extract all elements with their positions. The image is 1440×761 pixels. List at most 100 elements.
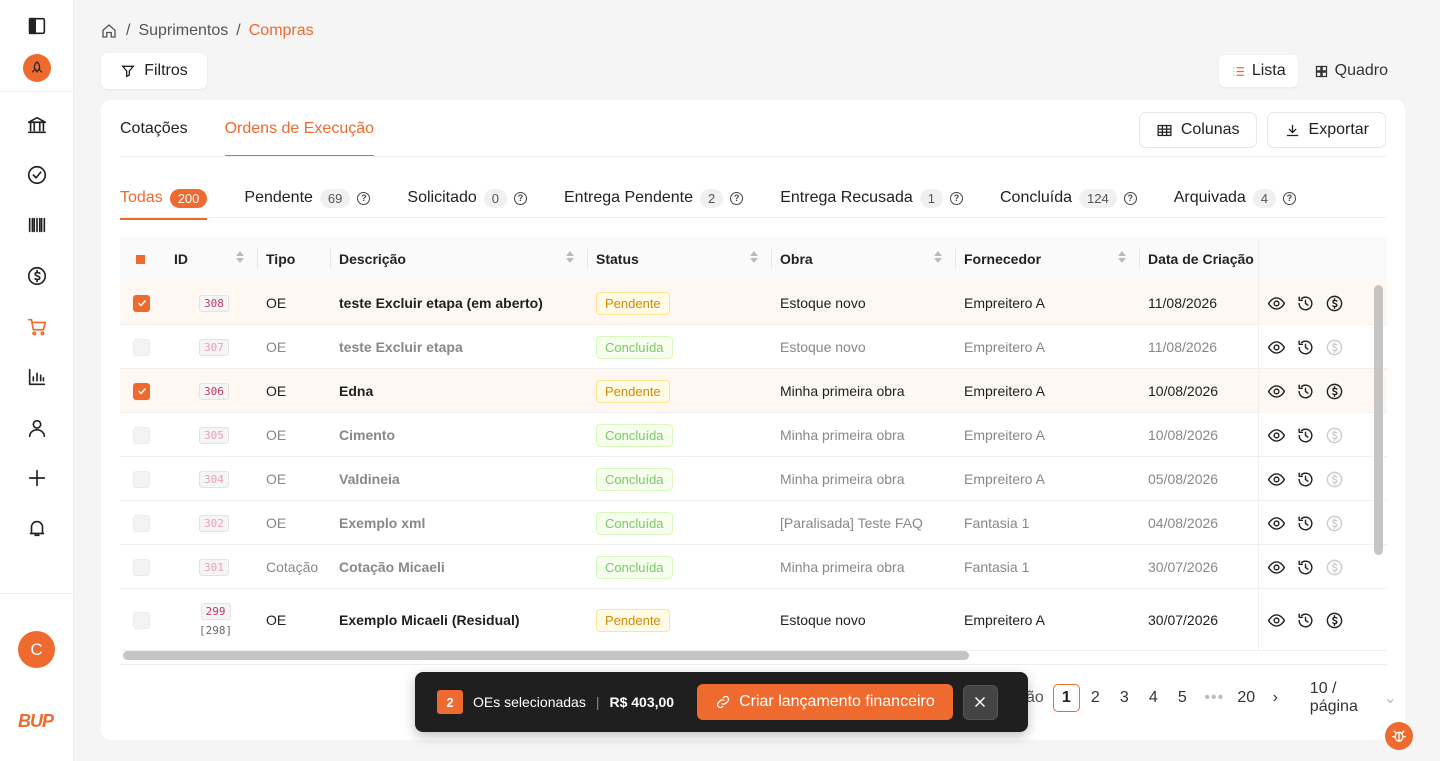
app-logo-icon[interactable] xyxy=(17,50,57,86)
row-checkbox[interactable] xyxy=(120,457,166,501)
help-icon[interactable]: ? xyxy=(357,191,371,205)
history-icon[interactable] xyxy=(1296,338,1315,357)
dollar-icon[interactable] xyxy=(1325,338,1344,357)
history-icon[interactable] xyxy=(1296,611,1315,630)
barcode-icon[interactable] xyxy=(17,207,57,243)
status-tab-concluida[interactable]: Concluída 124? xyxy=(1000,184,1137,212)
dollar-icon[interactable] xyxy=(1325,470,1344,489)
page-5[interactable]: 5 xyxy=(1169,684,1196,712)
horizontal-scrollbar[interactable] xyxy=(123,651,969,660)
header-obra[interactable]: Obra xyxy=(772,237,956,281)
bar-chart-icon[interactable] xyxy=(17,359,57,395)
row-id[interactable]: 302 xyxy=(199,514,229,532)
row-id[interactable]: 305 xyxy=(199,426,229,444)
avatar[interactable]: C xyxy=(18,631,55,668)
dollar-icon[interactable] xyxy=(1325,611,1344,630)
page-ellipsis[interactable]: ••• xyxy=(1201,684,1228,712)
table-row[interactable]: 299 [298] OE Exemplo Micaeli (Residual) Pend… xyxy=(120,589,1387,651)
header-id[interactable]: ID xyxy=(166,237,258,281)
row-descricao[interactable]: Cotação Micaeli xyxy=(331,545,588,589)
user-icon[interactable] xyxy=(17,410,57,446)
row-id[interactable]: 304 xyxy=(199,470,229,488)
view-list-button[interactable]: Lista xyxy=(1218,55,1298,87)
eye-icon[interactable] xyxy=(1267,558,1286,577)
row-id[interactable]: 306 xyxy=(199,382,229,400)
eye-icon[interactable] xyxy=(1267,514,1286,533)
table-row[interactable]: 302 OE Exemplo xml Concluída [Paralisada] Te… xyxy=(120,501,1387,545)
home-icon[interactable] xyxy=(100,22,118,40)
help-icon[interactable]: ? xyxy=(1123,191,1137,205)
dollar-icon[interactable] xyxy=(1325,382,1344,401)
eye-icon[interactable] xyxy=(1267,338,1286,357)
plus-icon[interactable] xyxy=(17,460,57,496)
row-id[interactable]: 308 xyxy=(199,294,229,312)
dollar-circle-icon[interactable] xyxy=(17,258,57,294)
export-button[interactable]: Exportar xyxy=(1266,112,1386,148)
table-row[interactable]: 307 OE teste Excluir etapa Concluída Estoque… xyxy=(120,325,1387,369)
table-row[interactable]: 308 OE teste Excluir etapa (em aberto) Pend… xyxy=(120,281,1387,325)
history-icon[interactable] xyxy=(1296,470,1315,489)
page-1[interactable]: 1 xyxy=(1052,684,1080,712)
row-descricao[interactable]: Exemplo xml xyxy=(331,501,588,545)
row-checkbox[interactable] xyxy=(120,545,166,589)
page-2[interactable]: 2 xyxy=(1082,684,1109,712)
toggle-sidebar-icon[interactable] xyxy=(17,8,57,44)
history-icon[interactable] xyxy=(1296,382,1315,401)
row-descricao[interactable]: teste Excluir etapa (em aberto) xyxy=(331,281,588,325)
status-tab-arquivada[interactable]: Arquivada 4? xyxy=(1174,184,1297,212)
filters-button[interactable]: Filtros xyxy=(101,53,207,89)
eye-icon[interactable] xyxy=(1267,294,1286,313)
dollar-icon[interactable] xyxy=(1325,514,1344,533)
eye-icon[interactable] xyxy=(1267,382,1286,401)
table-row[interactable]: 305 OE Cimento Concluída Minha primeira obra… xyxy=(120,413,1387,457)
table-row[interactable]: 306 OE Edna Pendente Minha primeira obra Empr… xyxy=(120,369,1387,413)
status-tab-solicitado[interactable]: Solicitado 0? xyxy=(407,184,527,212)
dollar-icon[interactable] xyxy=(1325,426,1344,445)
row-descricao[interactable]: Exemplo Micaeli (Residual) xyxy=(331,589,588,651)
next-page-icon[interactable]: › xyxy=(1262,684,1289,712)
history-icon[interactable] xyxy=(1296,514,1315,533)
cart-icon[interactable] xyxy=(17,309,57,345)
eye-icon[interactable] xyxy=(1267,470,1286,489)
row-descricao[interactable]: teste Excluir etapa xyxy=(331,325,588,369)
bell-icon[interactable] xyxy=(17,510,57,546)
row-checkbox[interactable] xyxy=(120,589,166,651)
page-3[interactable]: 3 xyxy=(1111,684,1138,712)
header-descricao[interactable]: Descrição xyxy=(331,237,588,281)
header-fornecedor[interactable]: Fornecedor xyxy=(956,237,1140,281)
row-descricao[interactable]: Valdineia xyxy=(331,457,588,501)
page-size-select[interactable]: 10 / página ⌄ xyxy=(1302,680,1405,715)
status-tab-todas[interactable]: Todas 200 xyxy=(120,184,208,220)
row-checkbox[interactable] xyxy=(120,501,166,545)
dollar-icon[interactable] xyxy=(1325,558,1344,577)
vertical-scrollbar[interactable] xyxy=(1374,285,1383,555)
tab-ordens-execucao[interactable]: Ordens de Execução xyxy=(224,100,375,157)
header-data-criacao[interactable]: Data de Criação xyxy=(1140,237,1258,281)
row-descricao[interactable]: Edna xyxy=(331,369,588,413)
row-id[interactable]: 299 xyxy=(200,603,231,620)
check-circle-icon[interactable] xyxy=(17,157,57,193)
columns-button[interactable]: Colunas xyxy=(1138,112,1257,148)
row-id[interactable]: 301 xyxy=(199,558,229,576)
row-checkbox[interactable] xyxy=(120,281,166,325)
history-icon[interactable] xyxy=(1296,294,1315,313)
dollar-icon[interactable] xyxy=(1325,294,1344,313)
row-descricao[interactable]: Cimento xyxy=(331,413,588,457)
row-id[interactable]: 307 xyxy=(199,338,229,356)
breadcrumb-suprimentos[interactable]: Suprimentos xyxy=(138,22,228,40)
close-selection-button[interactable] xyxy=(962,684,998,720)
row-checkbox[interactable] xyxy=(120,413,166,457)
tab-cotacoes[interactable]: Cotações xyxy=(120,100,188,157)
row-checkbox[interactable] xyxy=(120,369,166,413)
create-financial-entry-button[interactable]: Criar lançamento financeiro xyxy=(697,684,953,720)
page-20[interactable]: 20 xyxy=(1233,684,1260,712)
row-checkbox[interactable] xyxy=(120,325,166,369)
status-tab-entrega-recusada[interactable]: Entrega Recusada 1? xyxy=(780,184,963,212)
help-icon[interactable]: ? xyxy=(1283,191,1297,205)
history-icon[interactable] xyxy=(1296,426,1315,445)
header-status[interactable]: Status xyxy=(588,237,772,281)
help-icon[interactable]: ? xyxy=(950,191,963,205)
history-icon[interactable] xyxy=(1296,558,1315,577)
bug-report-button[interactable] xyxy=(1385,722,1413,750)
table-row[interactable]: 304 OE Valdineia Concluída Minha primeira ob… xyxy=(120,457,1387,501)
